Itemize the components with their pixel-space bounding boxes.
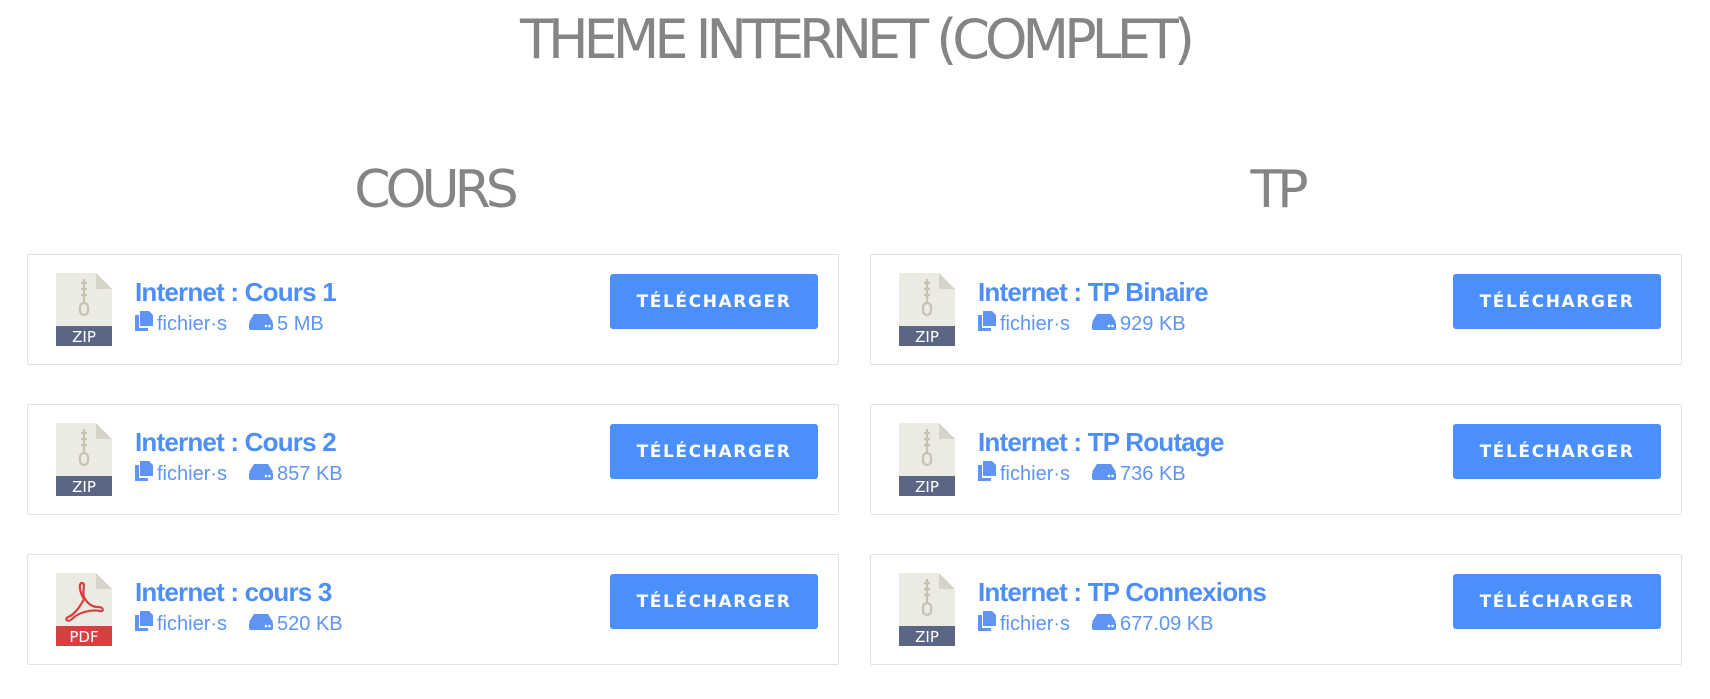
download-card: PDF Internet : cours 3 fichier·s 520 KB … — [27, 554, 839, 665]
file-meta: fichier·s 857 KB — [135, 461, 343, 487]
card-title[interactable]: Internet : Cours 1 — [135, 277, 337, 308]
files-icon — [135, 311, 153, 337]
file-size: 857 KB — [277, 462, 343, 485]
card-title[interactable]: Internet : TP Routage — [978, 427, 1224, 458]
drive-icon — [249, 463, 274, 486]
column-title: TP — [1250, 160, 1308, 220]
svg-text:ZIP: ZIP — [915, 628, 939, 646]
card-title[interactable]: Internet : TP Connexions — [978, 577, 1267, 608]
download-card: ZIP Internet : Cours 1 fichier·s 5 MB TÉ… — [27, 254, 839, 365]
svg-text:PDF: PDF — [69, 628, 98, 646]
svg-text:ZIP: ZIP — [72, 478, 96, 496]
svg-text:ZIP: ZIP — [72, 328, 96, 346]
files-label: fichier·s — [1000, 312, 1071, 335]
file-meta: fichier·s 5 MB — [135, 311, 324, 337]
files-label: fichier·s — [157, 312, 228, 335]
drive-icon — [249, 313, 274, 336]
file-size: 5 MB — [277, 312, 324, 335]
download-button[interactable]: TÉLÉCHARGER — [1453, 424, 1661, 479]
drive-icon — [249, 613, 274, 636]
download-card: ZIP Internet : TP Routage fichier·s 736 … — [870, 404, 1682, 515]
download-card: ZIP Internet : Cours 2 fichier·s 857 KB … — [27, 404, 839, 515]
file-size: 520 KB — [277, 612, 343, 635]
zip-file-icon: ZIP — [899, 423, 955, 496]
column-title: COURS — [354, 160, 518, 220]
zip-file-icon: ZIP — [899, 273, 955, 346]
svg-text:ZIP: ZIP — [915, 478, 939, 496]
files-icon — [135, 611, 153, 637]
file-size: 736 KB — [1120, 462, 1186, 485]
files-icon — [135, 461, 153, 487]
files-label: fichier·s — [157, 462, 228, 485]
zip-file-icon: ZIP — [899, 573, 955, 646]
file-meta: fichier·s 929 KB — [978, 311, 1186, 337]
download-button[interactable]: TÉLÉCHARGER — [1453, 274, 1661, 329]
zip-file-icon: ZIP — [56, 423, 112, 496]
download-card: ZIP Internet : TP Binaire fichier·s 929 … — [870, 254, 1682, 365]
card-title[interactable]: Internet : Cours 2 — [135, 427, 337, 458]
file-meta: fichier·s 736 KB — [978, 461, 1186, 487]
file-meta: fichier·s 520 KB — [135, 611, 343, 637]
files-icon — [978, 611, 996, 637]
page-title: THEME INTERNET (COMPLET) — [520, 8, 1195, 71]
files-icon — [978, 461, 996, 487]
svg-text:ZIP: ZIP — [915, 328, 939, 346]
file-size: 929 KB — [1120, 312, 1186, 335]
download-button[interactable]: TÉLÉCHARGER — [610, 424, 818, 479]
files-label: fichier·s — [1000, 612, 1071, 635]
drive-icon — [1092, 463, 1117, 486]
drive-icon — [1092, 613, 1117, 636]
card-title[interactable]: Internet : TP Binaire — [978, 277, 1209, 308]
drive-icon — [1092, 313, 1117, 336]
files-icon — [978, 311, 996, 337]
file-meta: fichier·s 677.09 KB — [978, 611, 1213, 637]
pdf-file-icon: PDF — [56, 573, 112, 646]
download-button[interactable]: TÉLÉCHARGER — [610, 574, 818, 629]
download-card: ZIP Internet : TP Connexions fichier·s 6… — [870, 554, 1682, 665]
files-label: fichier·s — [157, 612, 228, 635]
zip-file-icon: ZIP — [56, 273, 112, 346]
card-title[interactable]: Internet : cours 3 — [135, 577, 332, 608]
download-button[interactable]: TÉLÉCHARGER — [1453, 574, 1661, 629]
files-label: fichier·s — [1000, 462, 1071, 485]
download-button[interactable]: TÉLÉCHARGER — [610, 274, 818, 329]
file-size: 677.09 KB — [1120, 612, 1214, 635]
